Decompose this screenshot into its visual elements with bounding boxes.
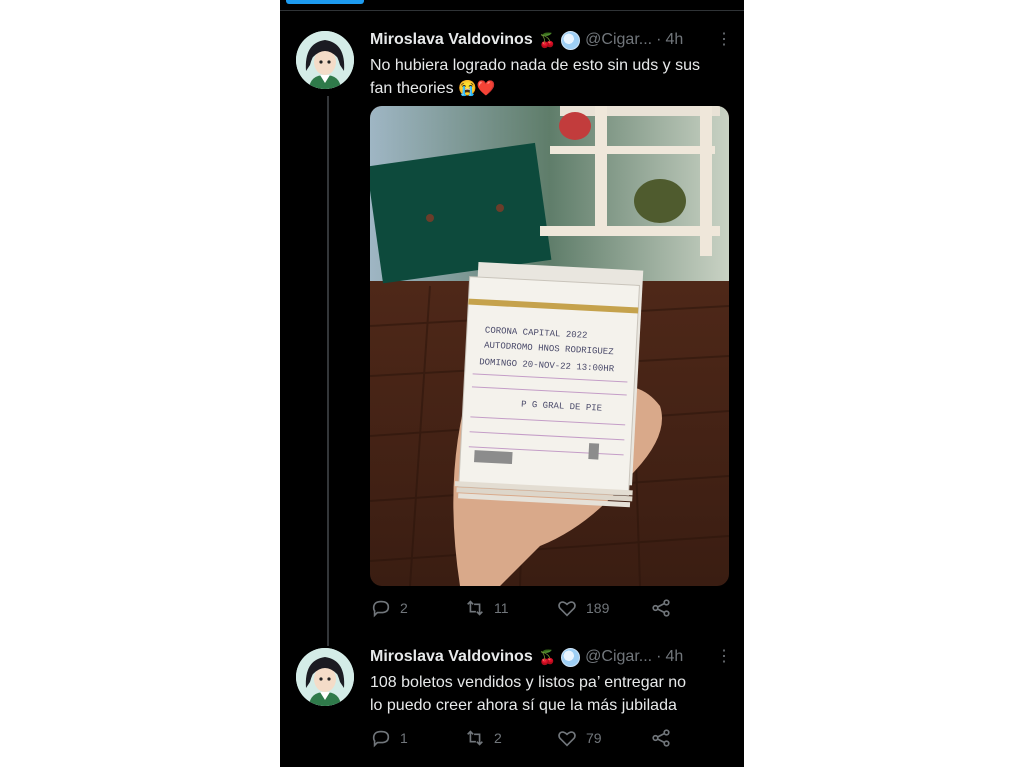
more-icon[interactable]: ⋮: [716, 30, 732, 50]
retweet-button[interactable]: 11: [464, 597, 509, 619]
avatar[interactable]: [296, 31, 354, 89]
tweet-text-line: lo puedo creer ahora sí que la más jubil…: [370, 697, 677, 714]
retweet-icon: [467, 730, 483, 746]
thread-connector: [327, 96, 329, 646]
tweet-actions: 1 2 79: [370, 727, 730, 751]
author-handle[interactable]: @Cigar...: [585, 31, 652, 49]
separator: ·: [656, 648, 662, 665]
share-button[interactable]: [650, 597, 672, 619]
retweet-icon: [467, 600, 483, 616]
like-icon: [558, 731, 576, 747]
globe-badge-icon: [561, 647, 581, 667]
tweet-thread: Miroslava Valdovinos 🍒 @Cigar... · 4h ⋮ …: [280, 0, 744, 767]
avatar[interactable]: [296, 648, 354, 706]
globe-badge-icon: [561, 30, 581, 50]
timestamp[interactable]: 4h: [665, 648, 683, 666]
like-button[interactable]: 79: [556, 727, 602, 749]
like-count: 79: [586, 730, 602, 746]
like-button[interactable]: 189: [556, 597, 609, 619]
top-bar: [280, 0, 744, 11]
tweet-text: No hubiera logrado nada de esto sin uds …: [370, 54, 732, 100]
tweet-actions: 2 11 189: [370, 597, 730, 621]
more-icon[interactable]: ⋮: [716, 647, 732, 667]
timestamp[interactable]: 4h: [665, 31, 683, 49]
separator: ·: [656, 31, 662, 48]
like-icon: [558, 601, 576, 617]
reply-button[interactable]: 2: [370, 597, 408, 619]
tweet-emojis: 😭❤️: [458, 80, 496, 97]
reply-button[interactable]: 1: [370, 727, 408, 749]
tweet-header: Miroslava Valdovinos 🍒 @Cigar... · 4h: [370, 646, 683, 668]
reply-icon: [372, 600, 390, 618]
author-name[interactable]: Miroslava Valdovinos: [370, 31, 533, 49]
author-handle[interactable]: @Cigar...: [585, 648, 652, 666]
reply-icon: [372, 730, 390, 748]
retweet-count: 2: [494, 730, 502, 746]
tweet-header: Miroslava Valdovinos 🍒 @Cigar... · 4h: [370, 29, 683, 51]
cherry-badge: 🍒: [538, 648, 557, 665]
top-tab-indicator[interactable]: [286, 0, 364, 4]
reply-count: 1: [400, 730, 408, 746]
retweet-button[interactable]: 2: [464, 727, 502, 749]
like-count: 189: [586, 600, 610, 616]
tweet-text-line: 108 boletos vendidos y listos pa’ entreg…: [370, 674, 687, 691]
share-icon: [652, 599, 670, 617]
author-name[interactable]: Miroslava Valdovinos: [370, 648, 533, 666]
reply-count: 2: [400, 600, 408, 616]
tweet-text-line: No hubiera logrado nada de esto sin uds …: [370, 57, 700, 74]
share-button[interactable]: [650, 727, 672, 749]
tweet-text-fragment: fan theories: [370, 80, 454, 97]
tweet-text-line: fan theories 😭❤️: [370, 77, 732, 100]
share-icon: [652, 729, 670, 747]
tweet-photo[interactable]: CORONA CAPITAL 2022 AUTODROMO HNOS RODRI…: [370, 106, 729, 586]
retweet-count: 11: [494, 600, 509, 616]
cherry-badge: 🍒: [538, 31, 557, 48]
tweet-text: 108 boletos vendidos y listos pa’ entreg…: [370, 671, 732, 717]
